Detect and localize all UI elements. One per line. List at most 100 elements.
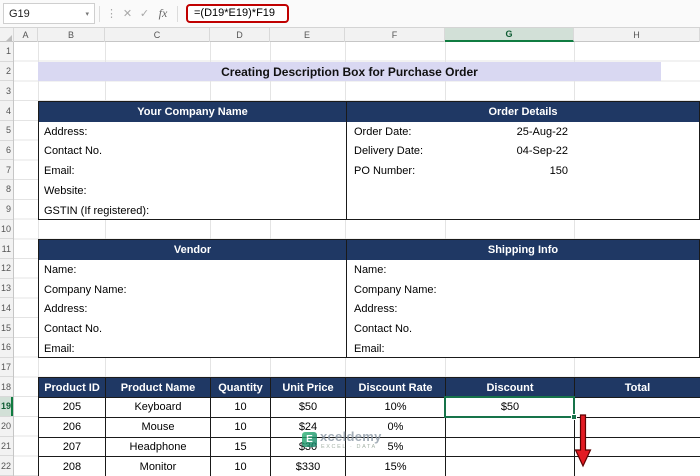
cell-H18[interactable]: Total [575, 378, 700, 399]
cell-H20[interactable] [575, 418, 700, 438]
vendor-label[interactable]: Name: [39, 260, 346, 280]
vendor-label[interactable]: Company Name: [39, 280, 346, 300]
row-header-11[interactable]: 11 [0, 239, 13, 259]
cell-D20[interactable]: 10 [211, 417, 271, 438]
cell-E18[interactable]: Unit Price [271, 378, 346, 399]
row-header-22[interactable]: 22 [0, 456, 13, 476]
cell-H21[interactable] [575, 438, 700, 458]
chevron-down-icon[interactable]: ▾ [85, 10, 89, 18]
cell-C19[interactable]: Keyboard [106, 398, 211, 418]
vendor-header[interactable]: Vendor [39, 240, 346, 260]
cell-C22[interactable]: Monitor [106, 457, 211, 476]
order-details-header[interactable]: Order Details [346, 102, 699, 122]
row-headers: 1 2 3 4 5 6 7 8 9 10 11 12 13 14 15 16 17 18 19 20 21 22 [0, 42, 14, 476]
column-header-B[interactable]: B [38, 28, 105, 42]
cell-B21[interactable]: 207 [39, 437, 106, 458]
row-header-19[interactable]: 19 [0, 397, 13, 417]
row-header-17[interactable]: 17 [0, 358, 13, 378]
cell-H19[interactable] [575, 398, 700, 418]
row-header-16[interactable]: 16 [0, 338, 13, 358]
row-header-8[interactable]: 8 [0, 180, 13, 200]
cell-G22[interactable] [446, 457, 575, 476]
column-headers: ABCDEFGH [0, 28, 700, 42]
name-box[interactable]: G19 ▾ [3, 3, 95, 24]
cell-D18[interactable]: Quantity [211, 378, 271, 399]
company-label[interactable]: Address: [39, 122, 346, 142]
column-header-H[interactable]: H [574, 28, 700, 42]
cancel-icon[interactable]: ✕ [119, 7, 136, 20]
cell-D19[interactable]: 10 [211, 398, 271, 418]
cell-F18[interactable]: Discount Rate [346, 378, 446, 399]
cell-F22[interactable]: 15% [346, 457, 446, 476]
row-header-10[interactable]: 10 [0, 220, 13, 240]
company-section: Your Company Name Order Details Address:… [38, 101, 700, 220]
company-label[interactable]: Contact No. [39, 142, 346, 162]
cell-D22[interactable]: 10 [211, 457, 271, 476]
shipping-label[interactable]: Name: [347, 260, 699, 280]
row-header-6[interactable]: 6 [0, 141, 13, 161]
select-all-button[interactable] [0, 28, 14, 42]
cell-E22[interactable]: $330 [271, 457, 346, 476]
vendor-label[interactable]: Contact No. [39, 319, 346, 339]
shipping-label[interactable]: Address: [347, 299, 699, 319]
company-header[interactable]: Your Company Name [39, 102, 346, 122]
select-all-triangle-icon [6, 35, 12, 41]
column-header-G[interactable]: G [445, 28, 574, 42]
row-header-2[interactable]: 2 [0, 62, 13, 82]
active-cell-selection[interactable] [444, 396, 577, 421]
cell-B19[interactable]: 205 [39, 398, 106, 418]
shipping-info-header[interactable]: Shipping Info [346, 240, 699, 260]
cell-F19[interactable]: 10% [346, 398, 446, 418]
row-header-18[interactable]: 18 [0, 377, 13, 398]
row-header-15[interactable]: 15 [0, 318, 13, 338]
column-header-C[interactable]: C [105, 28, 210, 42]
insert-function-icon[interactable]: fx [153, 6, 173, 21]
company-label[interactable]: Website: [39, 181, 346, 201]
order-detail-row[interactable]: Delivery Date: 04-Sep-22 [347, 142, 699, 162]
company-label[interactable]: Email: [39, 161, 346, 181]
row-header-14[interactable]: 14 [0, 298, 13, 319]
cell-E19[interactable]: $50 [271, 398, 346, 418]
cell-B20[interactable]: 206 [39, 417, 106, 438]
row-header-12[interactable]: 12 [0, 259, 13, 279]
cell-G18[interactable]: Discount [446, 378, 575, 399]
order-detail-row[interactable]: PO Number: 150 [347, 161, 699, 181]
row-header-5[interactable]: 5 [0, 121, 13, 141]
vendor-label[interactable]: Address: [39, 299, 346, 319]
formula-highlight-box: =(D19*E19)*F19 [186, 4, 290, 23]
row-header-21[interactable]: 21 [0, 437, 13, 457]
shipping-label[interactable]: Email: [347, 339, 699, 357]
formula-input[interactable]: =(D19*E19)*F19 [186, 4, 700, 23]
cell-C20[interactable]: Mouse [106, 417, 211, 438]
row-header-7[interactable]: 7 [0, 160, 13, 181]
row-header-3[interactable]: 3 [0, 81, 13, 102]
row-header-20[interactable]: 20 [0, 417, 13, 437]
more-icon[interactable]: ⋮ [104, 7, 119, 20]
row-header-9[interactable]: 9 [0, 200, 13, 220]
order-detail-row[interactable]: Order Date: 25-Aug-22 [347, 122, 699, 142]
cell-G20[interactable] [446, 417, 575, 438]
column-header-F[interactable]: F [345, 28, 445, 42]
enter-icon[interactable]: ✓ [136, 7, 153, 20]
cell-D21[interactable]: 15 [211, 437, 271, 458]
cell-G21[interactable] [446, 437, 575, 458]
product-table: Product ID Product Name Quantity Unit Pr… [38, 377, 700, 476]
cell-B22[interactable]: 208 [39, 457, 106, 476]
column-header-E[interactable]: E [270, 28, 345, 42]
cell-C21[interactable]: Headphone [106, 437, 211, 458]
row-header-13[interactable]: 13 [0, 279, 13, 299]
cell-C18[interactable]: Product Name [106, 378, 211, 399]
company-label[interactable]: GSTIN (If registered): [39, 201, 346, 219]
cell-B18[interactable]: Product ID [39, 378, 106, 399]
column-header-D[interactable]: D [210, 28, 270, 42]
shipping-label[interactable]: Company Name: [347, 280, 699, 300]
cell-H22[interactable] [575, 457, 700, 476]
sheet-title[interactable]: Creating Description Box for Purchase Or… [38, 61, 661, 82]
column-header-A[interactable]: A [14, 28, 38, 42]
excel-window: G19 ▾ ⋮ ✕ ✓ fx =(D19*E19)*F19 ABCDEFGH 1… [0, 0, 700, 476]
row-header-4[interactable]: 4 [0, 101, 13, 121]
shipping-label[interactable]: Contact No. [347, 319, 699, 339]
vendor-label[interactable]: Email: [39, 339, 346, 357]
row-header-1[interactable]: 1 [0, 42, 13, 62]
grid[interactable]: Creating Description Box for Purchase Or… [14, 42, 700, 476]
